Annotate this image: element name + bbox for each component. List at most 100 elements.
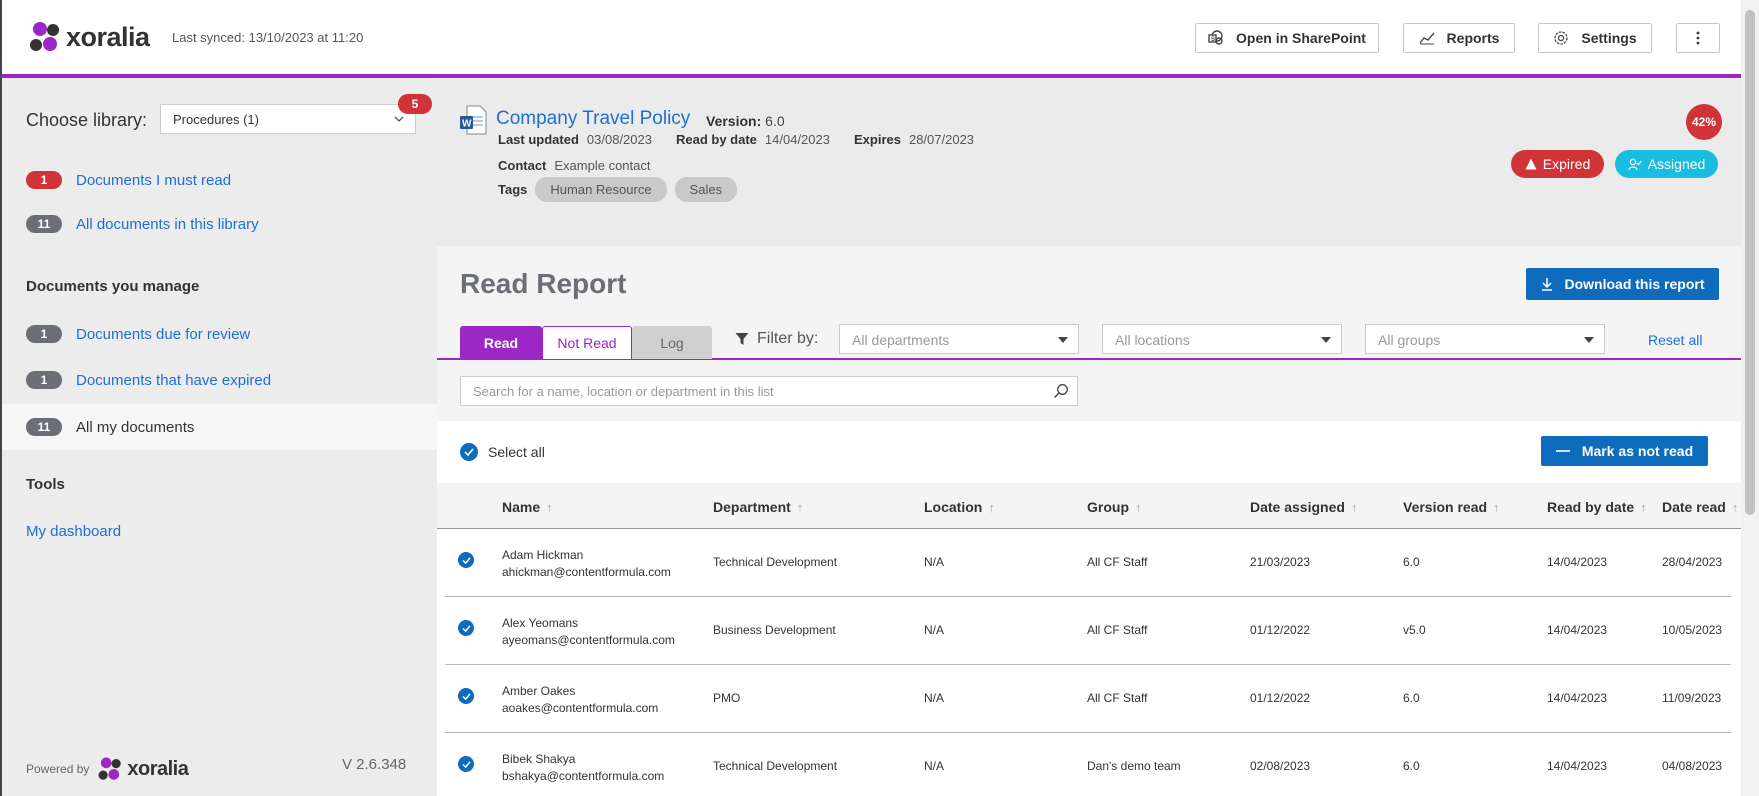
reports-button[interactable]: Reports [1403, 23, 1515, 53]
cell-department: Business Development [713, 623, 836, 637]
document-dates: Last updated 03/08/2023 Read by date 14/… [498, 132, 974, 147]
column-header-date-read[interactable]: Date read ↑ [1662, 499, 1738, 515]
mark-as-not-read-button[interactable]: Mark as not read [1541, 436, 1708, 466]
sort-arrow-icon: ↑ [988, 499, 995, 515]
column-header-location[interactable]: Location ↑ [924, 499, 995, 515]
nav-all-my-documents[interactable]: 11 All my documents [2, 404, 437, 450]
sharepoint-icon: S [1208, 30, 1223, 45]
app-header: xoralia Last synced: 13/10/2023 at 11:20… [0, 0, 1741, 78]
row-checked-icon[interactable] [458, 620, 474, 636]
powered-by: Powered by xoralia [26, 756, 189, 782]
powered-brand-name: xoralia [127, 757, 189, 780]
row-checked-icon[interactable] [458, 552, 474, 568]
download-icon [1541, 278, 1552, 291]
svg-text:S: S [1211, 37, 1215, 43]
cell-date-read: 11/09/2023 [1662, 691, 1722, 705]
count-badge: 1 [26, 325, 62, 343]
column-header-date-assigned[interactable]: Date assigned ↑ [1250, 499, 1357, 515]
cell-date-assigned: 02/08/2023 [1250, 759, 1311, 773]
column-header-group[interactable]: Group ↑ [1087, 499, 1142, 515]
brand-name: xoralia [66, 21, 150, 52]
sort-arrow-icon: ↑ [1731, 499, 1739, 515]
search-icon [1054, 384, 1068, 398]
column-header-department[interactable]: Department ↑ [713, 499, 803, 515]
row-checked-icon[interactable] [458, 688, 474, 704]
last-updated-value: 03/08/2023 [586, 132, 652, 147]
open-sharepoint-button[interactable]: S Open in SharePoint [1195, 23, 1379, 53]
scrollbar-thumb[interactable] [1745, 10, 1755, 515]
sort-arrow-icon: ↑ [796, 499, 804, 515]
reset-all-link[interactable]: Reset all [1648, 332, 1702, 348]
table-row[interactable]: Alex Yeomans ayeomans@contentformula.com… [445, 597, 1731, 665]
document-version: Version: 6.0 [706, 113, 785, 129]
settings-button[interactable]: Settings [1538, 23, 1652, 53]
read-report-controls: Read Report Download this report Read No… [437, 246, 1741, 421]
cell-department: Technical Development [713, 555, 838, 569]
gear-icon [1554, 31, 1569, 45]
download-report-button[interactable]: Download this report [1526, 268, 1719, 300]
person-email: ahickman@contentformula.com [502, 565, 671, 579]
status-badge-expired: Expired [1511, 150, 1604, 178]
cell-name: Amber Oakes aoakes@contentformula.com [502, 683, 658, 717]
cell-location: N/A [924, 555, 945, 569]
version-label: Version: [706, 113, 762, 129]
nav-label: Documents that have expired [76, 371, 272, 389]
tab-log[interactable]: Log [632, 326, 712, 359]
document-contact: Contact Example contact [498, 158, 651, 173]
tag-chip[interactable]: Human Resource [535, 177, 667, 202]
nav-all-documents-in-library[interactable]: 11 All documents in this library [2, 202, 437, 246]
cell-date-read: 10/05/2023 [1662, 623, 1723, 637]
cell-read-by-date: 14/04/2023 [1547, 623, 1608, 637]
read-by-label: Read by date [675, 132, 757, 147]
row-checked-icon[interactable] [458, 756, 474, 772]
table-row[interactable]: Bibek Shakya bshakya@contentformula.com … [445, 733, 1731, 796]
library-select[interactable]: Procedures (1) [160, 104, 416, 134]
table-header: Name ↑ Department ↑ Location ↑ Group ↑ Date … [437, 483, 1741, 529]
more-options-button[interactable] [1676, 23, 1720, 53]
library-count-badge: 5 [398, 94, 432, 114]
app-logo[interactable]: xoralia [28, 20, 150, 54]
person-name: Alex Yeomans [502, 616, 579, 630]
mark-as-not-read-label: Mark as not read [1581, 443, 1694, 459]
cell-read-by-date: 14/04/2023 [1547, 555, 1608, 569]
departments-filter-value: All departments [852, 332, 950, 348]
dropdown-arrow-icon [1321, 337, 1331, 343]
tag-chip[interactable]: Sales [674, 177, 738, 202]
nav-documents-i-must-read[interactable]: 1 Documents I must read [2, 158, 437, 202]
person-name: Bibek Shakya [502, 752, 576, 766]
last-updated-label: Last updated [498, 132, 579, 147]
last-synced-text: Last synced: 13/10/2023 at 11:20 [172, 30, 364, 45]
groups-filter-select[interactable]: All groups [1365, 324, 1605, 354]
column-header-version-read[interactable]: Version read ↑ [1403, 499, 1500, 515]
cell-version-read: v5.0 [1403, 623, 1426, 637]
locations-filter-select[interactable]: All locations [1102, 324, 1342, 354]
checked-icon [460, 443, 478, 461]
document-title[interactable]: Company Travel Policy [496, 108, 690, 130]
nav-label: Documents due for review [76, 325, 251, 343]
tab-read[interactable]: Read [460, 326, 542, 359]
nav-documents-due-for-review[interactable]: 1 Documents due for review [2, 312, 437, 356]
section-heading-manage: Documents you manage [26, 278, 200, 295]
xoralia-logo-icon [98, 757, 122, 780]
table-row[interactable]: Adam Hickman ahickman@contentformula.com… [445, 529, 1731, 597]
tab-not-read[interactable]: Not Read [542, 326, 632, 359]
table-row[interactable]: Amber Oakes aoakes@contentformula.com PM… [445, 665, 1731, 733]
library-select-value: Procedures (1) [173, 112, 259, 127]
cell-name: Adam Hickman ahickman@contentformula.com [502, 547, 671, 581]
select-all-checkbox[interactable]: Select all [460, 443, 545, 461]
dropdown-arrow-icon [1058, 337, 1068, 343]
column-header-read-by-date[interactable]: Read by date ↑ [1547, 499, 1647, 515]
count-badge: 1 [26, 171, 62, 189]
chart-line-icon [1419, 32, 1435, 45]
cell-read-by-date: 14/04/2023 [1547, 759, 1608, 773]
column-header-name[interactable]: Name ↑ [502, 499, 553, 515]
groups-filter-value: All groups [1378, 332, 1441, 348]
cell-name: Bibek Shakya bshakya@contentformula.com [502, 751, 664, 785]
person-email: bshakya@contentformula.com [502, 769, 665, 783]
vertical-scrollbar[interactable] [1741, 0, 1759, 796]
cell-version-read: 6.0 [1403, 759, 1420, 773]
nav-documents-expired[interactable]: 1 Documents that have expired [2, 358, 437, 402]
my-dashboard-link[interactable]: My dashboard [26, 523, 121, 540]
departments-filter-select[interactable]: All departments [839, 324, 1079, 354]
search-input[interactable]: Search for a name, location or departmen… [460, 376, 1078, 406]
